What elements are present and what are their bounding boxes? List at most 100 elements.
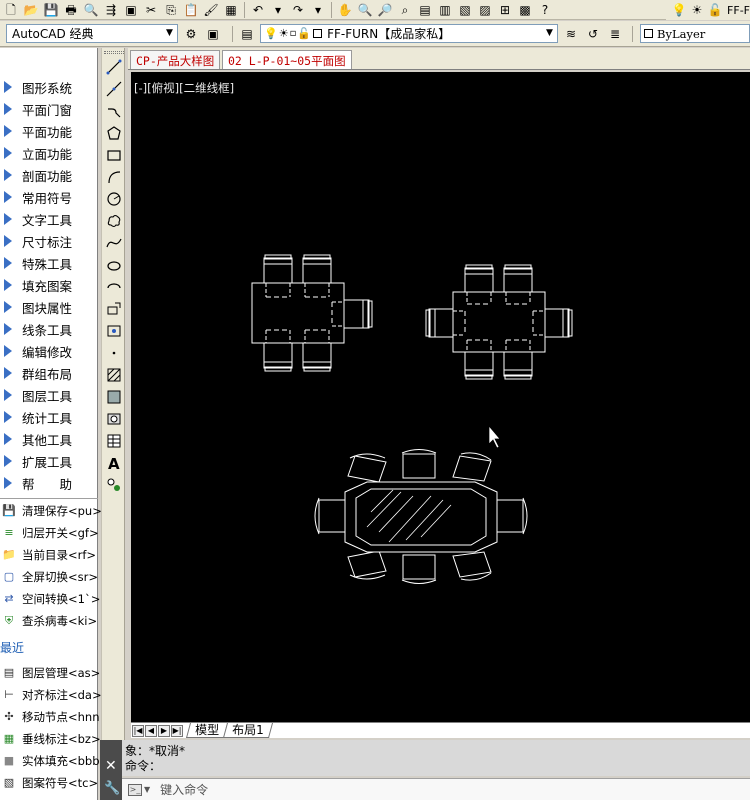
ellipse-arc-icon[interactable] (105, 278, 123, 296)
spline-icon[interactable] (105, 234, 123, 252)
palette-menu-item[interactable]: 线条工具 (0, 318, 98, 340)
document-tab[interactable]: 02 L-P-01~05平面图 (222, 50, 352, 69)
undo-icon[interactable]: ↶ (249, 1, 267, 18)
toolbar-grip[interactable] (104, 51, 124, 54)
palette-menu-item[interactable]: 文字工具 (0, 208, 98, 230)
new-icon[interactable]: 🗋 (2, 1, 20, 18)
palette-menu-item[interactable]: 编辑修改 (0, 340, 98, 362)
rectangle-icon[interactable] (105, 146, 123, 164)
workspace-settings-icon[interactable]: ⚙ (182, 25, 200, 42)
copy-icon[interactable]: ⎘ (162, 1, 180, 18)
palette-menu-item[interactable]: 帮 助 (0, 472, 98, 494)
line-icon[interactable] (105, 58, 123, 76)
command-input-bar[interactable]: >_ ▼ 键入命令 (122, 778, 750, 800)
open-icon[interactable]: 📂 (22, 1, 40, 18)
pan-icon[interactable]: ✋ (336, 1, 354, 18)
ellipse-icon[interactable] (105, 256, 123, 274)
design-center-icon[interactable]: ▥ (436, 1, 454, 18)
palette-command-item[interactable]: ⊢ 对齐标注<da> (0, 684, 101, 706)
redo-icon[interactable]: ↷ (289, 1, 307, 18)
paste-icon[interactable]: 📋 (182, 1, 200, 18)
zoom-window-icon[interactable]: 🔎 (376, 1, 394, 18)
layout-tab[interactable]: 模型 (185, 723, 229, 738)
make-current-layer-icon[interactable]: ≋ (562, 25, 580, 42)
arc-icon[interactable] (105, 168, 123, 186)
3d-print-icon[interactable]: ▣ (122, 1, 140, 18)
workspace-dropdown[interactable]: AutoCAD 经典 ▼ (6, 24, 178, 43)
palette-command-item[interactable]: ≡ 归层开关<gf> (0, 522, 98, 544)
table-group-2[interactable] (425, 264, 573, 380)
redo-dropdown-icon[interactable]: ▾ (309, 1, 327, 18)
next-tab-icon[interactable]: ▶ (158, 724, 170, 737)
palette-menu-item[interactable]: 立面功能 (0, 142, 98, 164)
customize-icon[interactable]: ▣ (204, 25, 222, 42)
palette-menu-item[interactable]: 平面功能 (0, 120, 98, 142)
table-group-3[interactable] (314, 449, 528, 584)
palette-menu-item[interactable]: 图层工具 (0, 384, 98, 406)
palette-command-item[interactable]: 💾 清理保存<pu> (0, 500, 102, 522)
palette-menu-item[interactable]: 扩展工具 (0, 450, 98, 472)
palette-menu-item[interactable]: 图形系统 (0, 76, 98, 98)
print-icon[interactable]: 🖶 (62, 1, 80, 18)
table-icon[interactable] (105, 432, 123, 450)
viewport-controls[interactable]: [-][俯视][二维线框] (134, 80, 234, 96)
layer-lock-icon[interactable]: 🔓 (706, 2, 724, 19)
zoom-previous-icon[interactable]: ⌕ (396, 1, 414, 18)
save-icon[interactable]: 💾 (42, 1, 60, 18)
tool-palette-icon[interactable]: ▧ (456, 1, 474, 18)
publish-icon[interactable]: ⇶ (102, 1, 120, 18)
layer-dropdown[interactable]: 💡 ☀ ▫ 🔓 FF-FURN【成品家私】 ▼ (260, 24, 558, 43)
palette-command-item[interactable]: ✣ 移动节点<hnn (0, 706, 99, 728)
layer-properties-icon[interactable]: ▤ (238, 25, 256, 42)
layer-state-icon[interactable]: ≣ (606, 25, 624, 42)
palette-menu-item[interactable]: 填充图案 (0, 274, 98, 296)
last-tab-icon[interactable]: ▶| (171, 724, 183, 737)
palette-command-item[interactable]: ▤ 图层管理<as> (0, 662, 101, 684)
close-icon[interactable]: ✕ (105, 758, 117, 774)
insert-block-icon[interactable] (105, 300, 123, 318)
sheet-set-icon[interactable]: ▨ (476, 1, 494, 18)
match-prop-icon[interactable]: 🖌 (202, 1, 220, 18)
command-prompt-icon[interactable]: >_ (128, 783, 142, 796)
polygon-icon[interactable] (105, 124, 123, 142)
first-tab-icon[interactable]: |◀ (132, 724, 144, 737)
layer-previous-icon[interactable]: ↺ (584, 25, 602, 42)
palette-menu-item[interactable]: 统计工具 (0, 406, 98, 428)
palette-menu-item[interactable]: 图块属性 (0, 296, 98, 318)
palette-menu-item[interactable]: 特殊工具 (0, 252, 98, 274)
layout-tab[interactable]: 布局1 (223, 723, 273, 738)
bulb-icon[interactable]: 💡 (670, 2, 688, 19)
multiline-text-icon[interactable]: A (105, 454, 123, 472)
plot-preview-icon[interactable]: 🔍 (82, 1, 100, 18)
region-icon[interactable] (105, 410, 123, 428)
chevron-down-icon[interactable]: ▼ (144, 785, 150, 794)
markup-icon[interactable]: ⊞ (496, 1, 514, 18)
palette-command-item[interactable]: ⛨ 查杀病毒<ki> (0, 610, 98, 632)
point-icon[interactable] (105, 344, 123, 362)
document-tab[interactable]: CP-产品大样图 (130, 50, 221, 69)
wrench-icon[interactable]: 🔧 (104, 781, 120, 796)
palette-menu-item[interactable]: 其他工具 (0, 428, 98, 450)
command-input[interactable]: 键入命令 (160, 781, 208, 798)
construction-line-icon[interactable] (105, 80, 123, 98)
add-selected-icon[interactable] (105, 476, 123, 494)
polyline-icon[interactable] (105, 102, 123, 120)
palette-menu-item[interactable]: 群组布局 (0, 362, 98, 384)
gradient-icon[interactable] (105, 388, 123, 406)
revision-cloud-icon[interactable] (105, 212, 123, 230)
palette-menu-item[interactable]: 尺寸标注 (0, 230, 98, 252)
palette-command-item[interactable]: ▢ 全屏切换<sr> (0, 566, 98, 588)
drawing-canvas[interactable]: [-][俯视][二维线框] (131, 72, 750, 722)
help-icon[interactable]: ? (536, 1, 554, 18)
palette-menu-item[interactable]: 剖面功能 (0, 164, 98, 186)
make-block-icon[interactable] (105, 322, 123, 340)
palette-menu-item[interactable]: 常用符号 (0, 186, 98, 208)
hatch-icon[interactable] (105, 366, 123, 384)
properties-icon[interactable]: ▤ (416, 1, 434, 18)
table-group-1[interactable] (251, 254, 373, 372)
sun-icon[interactable]: ☀ (688, 2, 706, 19)
palette-command-item[interactable]: ▧ 图案符号<tc> (0, 772, 98, 794)
block-editor-icon[interactable]: ▦ (222, 1, 240, 18)
palette-command-item[interactable]: ⇄ 空间转换<1`> (0, 588, 100, 610)
undo-dropdown-icon[interactable]: ▾ (269, 1, 287, 18)
